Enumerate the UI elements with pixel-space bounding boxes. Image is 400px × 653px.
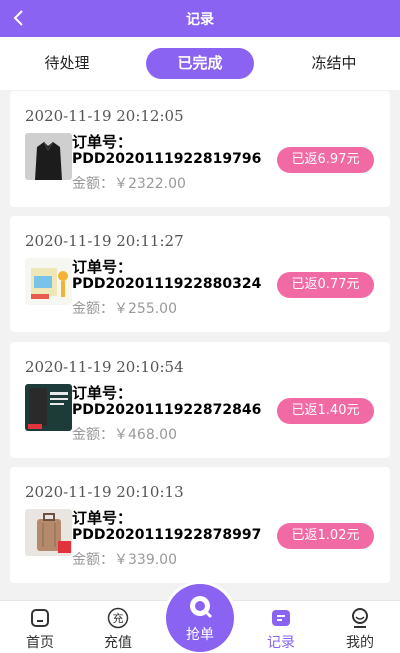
page-title: 记录: [186, 11, 214, 28]
order-number: PDD2020111922872846: [72, 402, 262, 418]
order-card: 2020-11-19 20:11:27 订单号： PDD202011192288…: [10, 216, 390, 332]
order-card: 2020-11-19 20:10:13 订单号： PDD202011192287…: [10, 467, 390, 583]
nav-label: 充值: [104, 635, 132, 651]
tab-frozen[interactable]: 冻结中: [282, 48, 386, 79]
recharge-glyph: 充: [113, 611, 124, 625]
nav-recharge[interactable]: 充 充值: [78, 601, 158, 653]
order-time: 2020-11-19 20:11:27: [25, 232, 184, 250]
status-badge[interactable]: 已返6.97元: [277, 147, 374, 173]
nav-label: 我的: [346, 635, 374, 651]
order-number: PDD2020111922819796: [72, 151, 262, 167]
nav-profile[interactable]: 我的: [320, 601, 400, 653]
nav-label: 首页: [26, 635, 54, 651]
order-amount: 金额：￥468.00: [72, 427, 177, 443]
nav-home[interactable]: 首页: [0, 601, 80, 653]
grab-order-button[interactable]: 抢单: [166, 584, 234, 652]
order-amount: 金额：￥339.00: [72, 552, 177, 568]
status-badge[interactable]: 已返1.02元: [277, 523, 374, 549]
recharge-icon: 充: [107, 607, 129, 629]
order-number: PDD2020111922878997: [72, 527, 262, 543]
nav-label: 记录: [267, 635, 295, 651]
order-card: 2020-11-19 20:12:05 订单号： PDD202011192281…: [10, 91, 390, 207]
toy-product-image: [25, 258, 72, 305]
tab-pending[interactable]: 待处理: [15, 48, 119, 79]
top-bar: 记录: [0, 0, 400, 37]
grab-order-label: 抢单: [186, 627, 214, 643]
order-number-label: 订单号：: [72, 133, 133, 151]
status-badge[interactable]: 已返1.40元: [277, 398, 374, 424]
suitcase-product-image: [25, 509, 72, 556]
order-time: 2020-11-19 20:10:54: [25, 358, 184, 376]
black-shirt-image: [25, 133, 72, 180]
profile-icon: [349, 607, 371, 629]
order-number: PDD2020111922880324: [72, 276, 262, 292]
order-number-label: 订单号：: [72, 384, 133, 402]
order-time: 2020-11-19 20:10:13: [25, 483, 184, 501]
device-product-image: [25, 384, 72, 431]
record-icon: [270, 607, 292, 629]
order-number-label: 订单号：: [72, 258, 133, 276]
order-amount: 金额：￥255.00: [72, 301, 177, 317]
order-number-label: 订单号：: [72, 509, 133, 527]
status-tabs: 待处理 已完成 冻结中: [0, 37, 400, 90]
order-amount: 金额：￥2322.00: [72, 176, 186, 192]
status-badge[interactable]: 已返0.77元: [277, 272, 374, 298]
order-time: 2020-11-19 20:12:05: [25, 107, 184, 125]
back-arrow-icon[interactable]: [10, 8, 30, 28]
nav-record[interactable]: 记录: [241, 601, 321, 653]
order-card: 2020-11-19 20:10:54 订单号： PDD202011192287…: [10, 342, 390, 458]
tab-completed[interactable]: 已完成: [146, 48, 254, 79]
grab-order-icon: [188, 594, 214, 620]
home-icon: [29, 607, 51, 629]
